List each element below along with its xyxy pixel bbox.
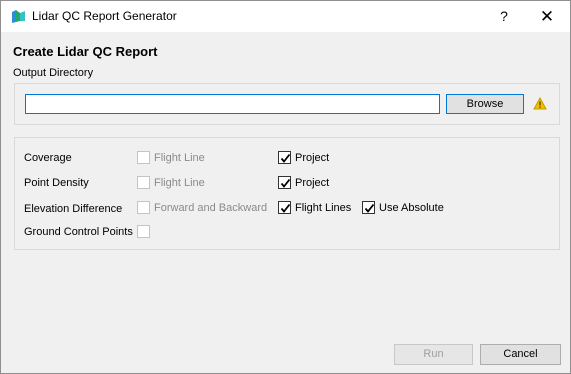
help-button[interactable]: ? xyxy=(489,1,519,32)
form-heading: Create Lidar QC Report xyxy=(13,44,158,59)
output-directory-label: Output Directory xyxy=(13,67,94,79)
point-density-project-label: Project xyxy=(295,177,330,189)
coverage-label: Coverage xyxy=(24,152,72,164)
elevation-use-absolute-checkbox[interactable] xyxy=(362,201,375,214)
elevation-use-absolute-label: Use Absolute xyxy=(379,202,444,214)
point-density-label: Point Density xyxy=(24,177,89,189)
coverage-flight-line-checkbox[interactable] xyxy=(137,151,150,164)
point-density-flight-line-label: Flight Line xyxy=(154,177,205,189)
coverage-project-checkbox[interactable] xyxy=(278,151,291,164)
point-density-flight-line-checkbox[interactable] xyxy=(137,176,150,189)
run-button[interactable]: Run xyxy=(394,344,473,365)
ground-control-points-label: Ground Control Points xyxy=(24,226,133,238)
elevation-forward-backward-checkbox[interactable] xyxy=(137,201,150,214)
elevation-flight-lines-checkbox[interactable] xyxy=(278,201,291,214)
window-title: Lidar QC Report Generator xyxy=(32,9,177,23)
elevation-difference-label: Elevation Difference xyxy=(24,203,123,215)
elevation-forward-backward-label: Forward and Backward xyxy=(154,202,268,214)
coverage-flight-line-label: Flight Line xyxy=(154,152,205,164)
checkmark-icon xyxy=(280,153,291,163)
checkmark-icon xyxy=(364,203,375,213)
elevation-flight-lines-label: Flight Lines xyxy=(295,202,352,214)
ground-control-points-checkbox[interactable] xyxy=(137,225,150,238)
title-bar: Lidar QC Report Generator ? ✕ xyxy=(1,1,570,32)
app-logo-icon xyxy=(12,10,25,23)
output-directory-input[interactable] xyxy=(25,94,440,114)
coverage-project-label: Project xyxy=(295,152,330,164)
dialog-window: Lidar QC Report Generator ? ✕ Create Lid… xyxy=(0,0,571,374)
point-density-project-checkbox[interactable] xyxy=(278,176,291,189)
warning-icon xyxy=(533,97,547,110)
checkmark-icon xyxy=(280,203,291,213)
browse-button[interactable]: Browse xyxy=(446,94,524,114)
checkmark-icon xyxy=(280,178,291,188)
cancel-button[interactable]: Cancel xyxy=(480,344,561,365)
close-button[interactable]: ✕ xyxy=(529,1,565,32)
